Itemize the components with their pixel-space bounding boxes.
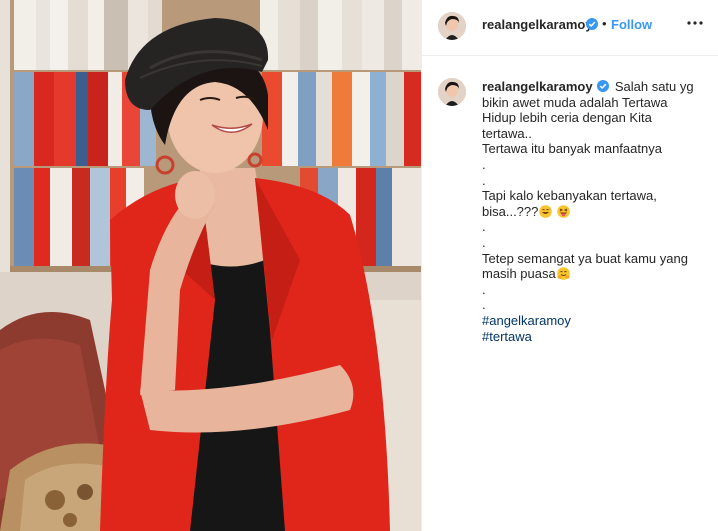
post-image — [0, 0, 421, 531]
caption-line: Hidup lebih ceria dengan Kita — [482, 110, 652, 126]
verified-badge-icon — [597, 80, 610, 92]
follow-button[interactable]: Follow — [611, 17, 652, 32]
caption-line: . — [482, 297, 486, 313]
hashtag-link[interactable]: #angelkaramoy — [482, 313, 702, 329]
verified-badge-icon — [586, 18, 598, 30]
avatar[interactable] — [438, 12, 466, 40]
caption-line: . — [482, 172, 486, 188]
avatar-image — [438, 12, 466, 40]
grinning-sweat-emoji — [539, 204, 553, 218]
more-options-icon[interactable] — [687, 21, 703, 25]
caption-line: tertawa.. — [482, 125, 532, 141]
caption-text: realangelkaramoy Salah satu yg bikin awe… — [482, 79, 702, 344]
caption-username-link[interactable]: realangelkaramoy — [482, 79, 593, 94]
post-header: realangelkaramoy • Follow — [422, 0, 718, 56]
caption-line: . — [482, 281, 486, 297]
caption-line: . — [482, 219, 486, 235]
squinting-tongue-emoji — [557, 204, 570, 218]
caption-line: . — [482, 156, 486, 172]
separator-dot: • — [602, 16, 607, 31]
post-details-panel: realangelkaramoy • Follow realangelkaram… — [421, 0, 718, 531]
caption-line: . — [482, 234, 486, 250]
post-photo[interactable] — [0, 0, 421, 531]
caption-line-with-emoji: masih puasa — [482, 266, 702, 282]
caption-line: Tertawa itu banyak manfaatnya — [482, 141, 662, 157]
caption-line: bikin awet muda adalah Tertawa — [482, 94, 668, 110]
caption-line: Tetep semangat ya buat kamu yang — [482, 250, 688, 266]
caption-avatar[interactable] — [438, 78, 466, 106]
caption-line: Tapi kalo kebanyakan tertawa, — [482, 188, 657, 204]
caption-line: bisa...??? — [482, 203, 539, 219]
caption-line: masih puasa — [482, 266, 556, 282]
hugging-face-emoji — [556, 267, 570, 280]
caption-line-with-emoji: bisa...??? — [482, 204, 702, 220]
avatar-image — [438, 78, 466, 106]
caption-line: Salah satu yg — [614, 79, 694, 94]
hashtag-link[interactable]: #tertawa — [482, 329, 702, 345]
username-link[interactable]: realangelkaramoy — [482, 17, 593, 32]
